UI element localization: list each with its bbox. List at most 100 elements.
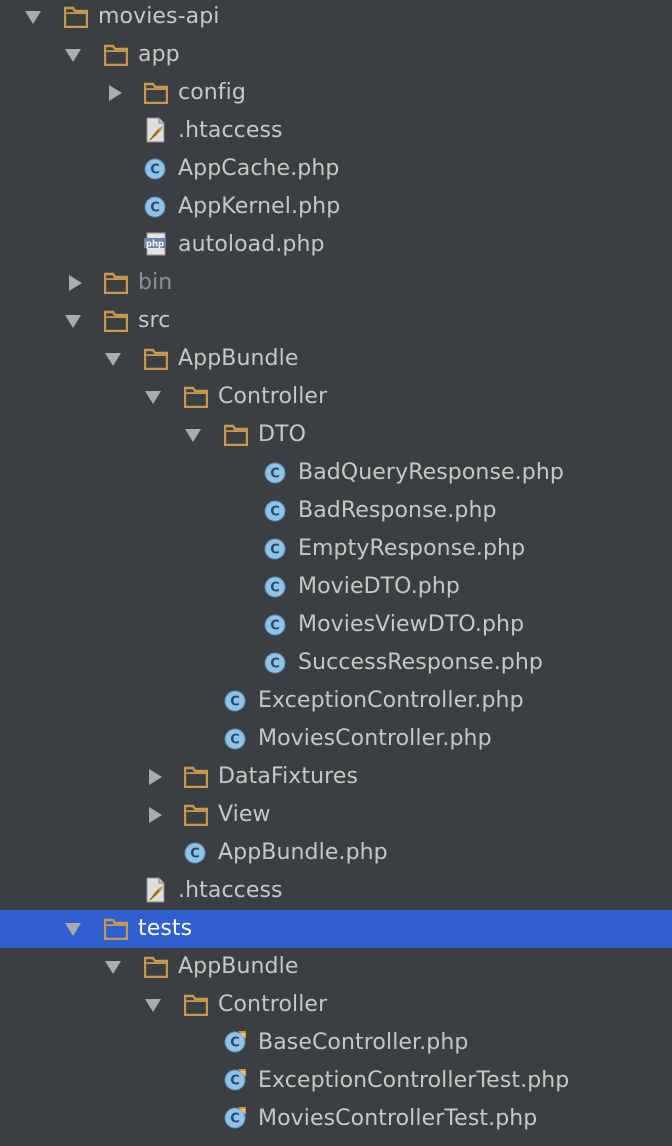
php-class-icon: C (264, 538, 288, 560)
tree-folder-movies-api[interactable]: movies-api (0, 0, 672, 36)
tree-file-successresponse-php[interactable]: C SuccessResponse.php (0, 644, 672, 682)
folder-icon (103, 918, 129, 941)
tree-file-autoload-php[interactable]: php autoload.php (0, 226, 672, 264)
tree-item-label: Controller (218, 992, 328, 1017)
svg-text:C: C (270, 619, 280, 634)
folder-icon (223, 424, 249, 447)
tree-item-label: BaseController.php (258, 1030, 469, 1055)
tree-folder-controller[interactable]: Controller (0, 378, 672, 416)
tree-item-label: MovieDTO.php (298, 574, 460, 599)
svg-text:C: C (270, 581, 280, 596)
tree-folder-tests[interactable]: tests (0, 910, 672, 948)
tree-item-label: AppBundle (178, 954, 299, 979)
svg-text:C: C (270, 543, 280, 558)
collapse-arrow-right-icon[interactable] (66, 275, 84, 291)
tree-item-label: app (138, 42, 180, 67)
svg-text:C: C (270, 505, 280, 520)
tree-file-moviesviewdto-php[interactable]: C MoviesViewDTO.php (0, 606, 672, 644)
expand-arrow-down-icon[interactable] (144, 997, 162, 1013)
tree-folder-appbundle[interactable]: AppBundle (0, 340, 672, 378)
php-class-icon: C (264, 500, 288, 522)
svg-text:C: C (150, 163, 160, 178)
folder-icon (63, 6, 89, 29)
expand-arrow-down-icon[interactable] (64, 47, 82, 63)
tree-folder-bin[interactable]: bin (0, 264, 672, 302)
tree-item-label: tests (138, 916, 193, 941)
folder-icon (103, 272, 129, 295)
php-class-icon: C (264, 652, 288, 674)
tree-item-label: DTO (258, 422, 306, 447)
tree-file-moviedto-php[interactable]: C MovieDTO.php (0, 568, 672, 606)
svg-text:C: C (230, 1074, 240, 1089)
tree-item-label: Controller (218, 384, 328, 409)
tree-item-label: src (138, 308, 171, 333)
tree-item-label: View (218, 802, 271, 827)
svg-text:C: C (230, 695, 240, 710)
tree-file-emptyresponse-php[interactable]: C EmptyResponse.php (0, 530, 672, 568)
collapse-arrow-right-icon[interactable] (146, 769, 164, 785)
tree-file-exceptioncontrollertest-php[interactable]: C ExceptionControllerTest.php (0, 1062, 672, 1100)
tree-file-badqueryresponse-php[interactable]: C BadQueryResponse.php (0, 454, 672, 492)
tree-file-moviescontrollertest-php[interactable]: C MoviesControllerTest.php (0, 1100, 672, 1138)
expand-arrow-down-icon[interactable] (104, 351, 122, 367)
tree-file-badresponse-php[interactable]: C BadResponse.php (0, 492, 672, 530)
php-file-icon: php (144, 232, 168, 256)
php-test-class-icon: C (224, 1030, 248, 1053)
tree-item-label: autoload.php (178, 232, 325, 257)
svg-text:C: C (150, 201, 160, 216)
expand-arrow-down-icon[interactable] (144, 389, 162, 405)
tree-item-label: EmptyResponse.php (298, 536, 526, 561)
tree-item-label: MoviesControllerTest.php (258, 1106, 538, 1131)
tree-item-label: MoviesViewDTO.php (298, 612, 525, 637)
tree-file-htaccess[interactable]: .htaccess (0, 872, 672, 910)
php-class-icon: C (264, 576, 288, 598)
svg-text:C: C (190, 847, 200, 862)
expand-arrow-down-icon[interactable] (104, 959, 122, 975)
php-class-icon: C (224, 690, 248, 712)
svg-text:C: C (230, 733, 240, 748)
folder-icon (183, 386, 209, 409)
tree-file-appkernel-php[interactable]: C AppKernel.php (0, 188, 672, 226)
tree-folder-config[interactable]: config (0, 74, 672, 112)
tree-folder-view[interactable]: View (0, 796, 672, 834)
tree-item-label: SuccessResponse.php (298, 650, 543, 675)
tree-folder-app[interactable]: app (0, 36, 672, 74)
svg-text:C: C (270, 657, 280, 672)
folder-icon (183, 994, 209, 1017)
tree-file-appbundle-php[interactable]: C AppBundle.php (0, 834, 672, 872)
svg-text:C: C (270, 467, 280, 482)
tree-item-label: AppCache.php (178, 156, 340, 181)
expand-arrow-down-icon[interactable] (24, 9, 42, 25)
php-class-icon: C (144, 196, 168, 218)
folder-icon (103, 310, 129, 333)
tree-item-label: AppBundle.php (218, 840, 388, 865)
expand-arrow-down-icon[interactable] (184, 427, 202, 443)
collapse-arrow-right-icon[interactable] (106, 85, 124, 101)
tree-folder-appbundle[interactable]: AppBundle (0, 948, 672, 986)
collapse-arrow-right-icon[interactable] (146, 807, 164, 823)
tree-item-label: ExceptionController.php (258, 688, 524, 713)
htaccess-file-icon (144, 877, 168, 903)
tree-file-basecontroller-php[interactable]: C BaseController.php (0, 1024, 672, 1062)
svg-text:C: C (230, 1112, 240, 1127)
tree-item-label: config (178, 80, 246, 105)
tree-folder-src[interactable]: src (0, 302, 672, 340)
tree-item-label: DataFixtures (218, 764, 359, 789)
expand-arrow-down-icon[interactable] (64, 921, 82, 937)
tree-item-label: bin (138, 270, 173, 295)
tree-item-label: AppBundle (178, 346, 299, 371)
php-test-class-icon: C (224, 1106, 248, 1129)
tree-file-exceptioncontroller-php[interactable]: C ExceptionController.php (0, 682, 672, 720)
tree-file-appcache-php[interactable]: C AppCache.php (0, 150, 672, 188)
expand-arrow-down-icon[interactable] (64, 313, 82, 329)
tree-item-label: .htaccess (178, 118, 283, 143)
tree-folder-dto[interactable]: DTO (0, 416, 672, 454)
tree-file-moviescontroller-php[interactable]: C MoviesController.php (0, 720, 672, 758)
tree-item-label: AppKernel.php (178, 194, 341, 219)
tree-folder-datafixtures[interactable]: DataFixtures (0, 758, 672, 796)
php-class-icon: C (184, 842, 208, 864)
php-class-icon: C (224, 728, 248, 750)
tree-folder-controller[interactable]: Controller (0, 986, 672, 1024)
tree-item-label: movies-api (98, 4, 220, 29)
tree-file-htaccess[interactable]: .htaccess (0, 112, 672, 150)
